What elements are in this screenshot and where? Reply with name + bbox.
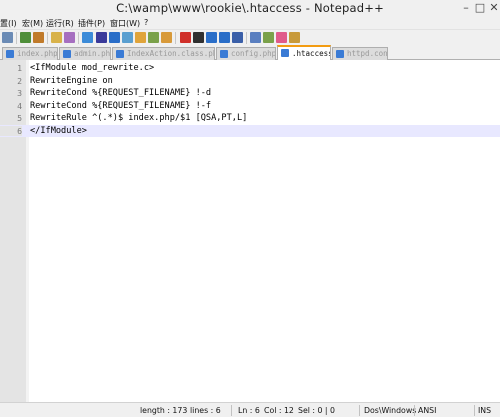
toolbar-divider <box>16 32 17 44</box>
editor-area[interactable]: 1 <IfModule mod_rewrite.c> 2 RewriteEngi… <box>0 60 500 402</box>
sync-vertical-icon[interactable] <box>51 32 62 43</box>
current-code-line[interactable]: 6 </IfModule> <box>0 124 500 137</box>
tab-label: admin.php <box>74 49 111 58</box>
file-icon <box>220 50 228 58</box>
menu-plugins[interactable]: 插件(P) <box>78 18 105 29</box>
status-bar: length : 173 lines : 6 Ln : 6 Col : 12 S… <box>0 402 500 417</box>
file-icon <box>63 50 71 58</box>
status-ln: Ln : 6 <box>238 406 260 415</box>
line-text[interactable]: RewriteEngine on <box>30 76 113 86</box>
line-number: 1 <box>17 63 22 73</box>
tab-indexaction-class-php[interactable]: IndexAction.class.php <box>112 47 215 60</box>
function-list-icon[interactable] <box>148 32 159 43</box>
title-bar: C:\wamp\www\rookie\.htaccess - Notepad++… <box>0 0 500 17</box>
toolbar-divider <box>175 32 176 44</box>
plugin-icon[interactable] <box>289 32 300 43</box>
window-title: C:\wamp\www\rookie\.htaccess - Notepad++ <box>116 1 384 15</box>
word-wrap-icon[interactable] <box>82 32 93 43</box>
status-divider <box>231 405 232 416</box>
tab-admin-php[interactable]: admin.php <box>59 47 111 60</box>
status-mode[interactable]: INS <box>478 406 491 415</box>
record-macro-icon[interactable] <box>180 32 191 43</box>
file-icon <box>116 50 124 58</box>
code-line[interactable]: 2 RewriteEngine on <box>0 75 500 88</box>
code-line[interactable]: 4 RewriteCond %{REQUEST_FILENAME} !-f <box>0 100 500 113</box>
save-macro-icon[interactable] <box>232 32 243 43</box>
sync-horizontal-icon[interactable] <box>64 32 75 43</box>
user-lang-icon[interactable] <box>122 32 133 43</box>
line-text[interactable]: RewriteCond %{REQUEST_FILENAME} !-f <box>30 101 211 111</box>
code-line[interactable]: 1 <IfModule mod_rewrite.c> <box>0 62 500 75</box>
tab-htaccess[interactable]: .htaccess <box>277 45 331 61</box>
show-symbols-icon[interactable] <box>96 32 107 43</box>
status-sel: Sel : 0 | 0 <box>298 406 336 415</box>
status-divider <box>474 405 475 416</box>
menu-settings[interactable]: 置(I) <box>0 18 17 29</box>
line-number: 4 <box>17 100 22 111</box>
indent-guide-icon[interactable] <box>109 32 120 43</box>
folder-workspace-icon[interactable] <box>161 32 172 43</box>
menu-macro[interactable]: 宏(M) <box>22 18 43 29</box>
indent-icon[interactable] <box>2 32 13 43</box>
stop-record-icon[interactable] <box>193 32 204 43</box>
status-encoding[interactable]: ANSI <box>418 406 436 415</box>
status-lines: lines : 6 <box>190 406 221 415</box>
play-multiple-icon[interactable] <box>219 32 230 43</box>
zoom-in-icon[interactable] <box>20 32 31 43</box>
toolbar <box>0 29 500 45</box>
spellcheck-options-icon[interactable] <box>263 32 274 43</box>
line-text[interactable]: RewriteRule ^(.*)$ index.php/$1 [QSA,PT,… <box>30 113 247 123</box>
tab-label: .htaccess <box>292 49 331 58</box>
menu-window[interactable]: 窗口(W) <box>110 18 140 29</box>
line-text[interactable]: <IfModule mod_rewrite.c> <box>30 63 154 73</box>
menu-run[interactable]: 运行(R) <box>46 18 74 29</box>
line-text[interactable]: </IfModule> <box>30 126 87 136</box>
code-line[interactable]: 5 RewriteRule ^(.*)$ index.php/$1 [QSA,P… <box>0 112 500 125</box>
menu-help[interactable]: ? <box>144 18 148 27</box>
status-length: length : 173 <box>140 406 188 415</box>
tab-httpd-conf[interactable]: httpd.conf <box>332 47 388 60</box>
status-divider <box>414 405 415 416</box>
toolbar-divider <box>246 32 247 44</box>
line-text[interactable]: RewriteCond %{REQUEST_FILENAME} !-d <box>30 88 211 98</box>
play-macro-icon[interactable] <box>206 32 217 43</box>
heart-icon[interactable] <box>276 32 287 43</box>
doc-map-icon[interactable] <box>135 32 146 43</box>
line-number: 2 <box>17 75 22 86</box>
tab-label: index.php <box>17 49 58 58</box>
tab-label: httpd.conf <box>347 49 388 58</box>
zoom-out-icon[interactable] <box>33 32 44 43</box>
status-divider <box>359 405 360 416</box>
code-line[interactable]: 3 RewriteCond %{REQUEST_FILENAME} !-d <box>0 87 500 100</box>
notepad-plus-plus-window: C:\wamp\www\rookie\.htaccess - Notepad++… <box>0 0 500 417</box>
line-number: 3 <box>17 88 22 98</box>
tab-bar: index.php admin.php IndexAction.class.ph… <box>0 45 500 61</box>
file-icon <box>6 50 14 58</box>
toolbar-divider <box>78 32 79 44</box>
status-eol[interactable]: Dos\Windows <box>364 406 416 415</box>
tab-label: IndexAction.class.php <box>127 49 215 58</box>
line-number: 5 <box>17 113 22 123</box>
file-icon <box>336 50 344 58</box>
file-icon <box>281 49 289 57</box>
tab-label: config.php <box>231 49 276 58</box>
line-number: 6 <box>0 125 22 136</box>
menu-bar: 置(I) 宏(M) 运行(R) 插件(P) 窗口(W) ? <box>0 17 500 29</box>
spellcheck-icon[interactable] <box>250 32 261 43</box>
tab-config-php[interactable]: config.php <box>216 47 276 60</box>
status-col: Col : 12 <box>264 406 294 415</box>
tab-index-php[interactable]: index.php <box>2 47 58 60</box>
close-icon[interactable]: ✕ <box>486 0 500 16</box>
toolbar-divider <box>47 32 48 44</box>
